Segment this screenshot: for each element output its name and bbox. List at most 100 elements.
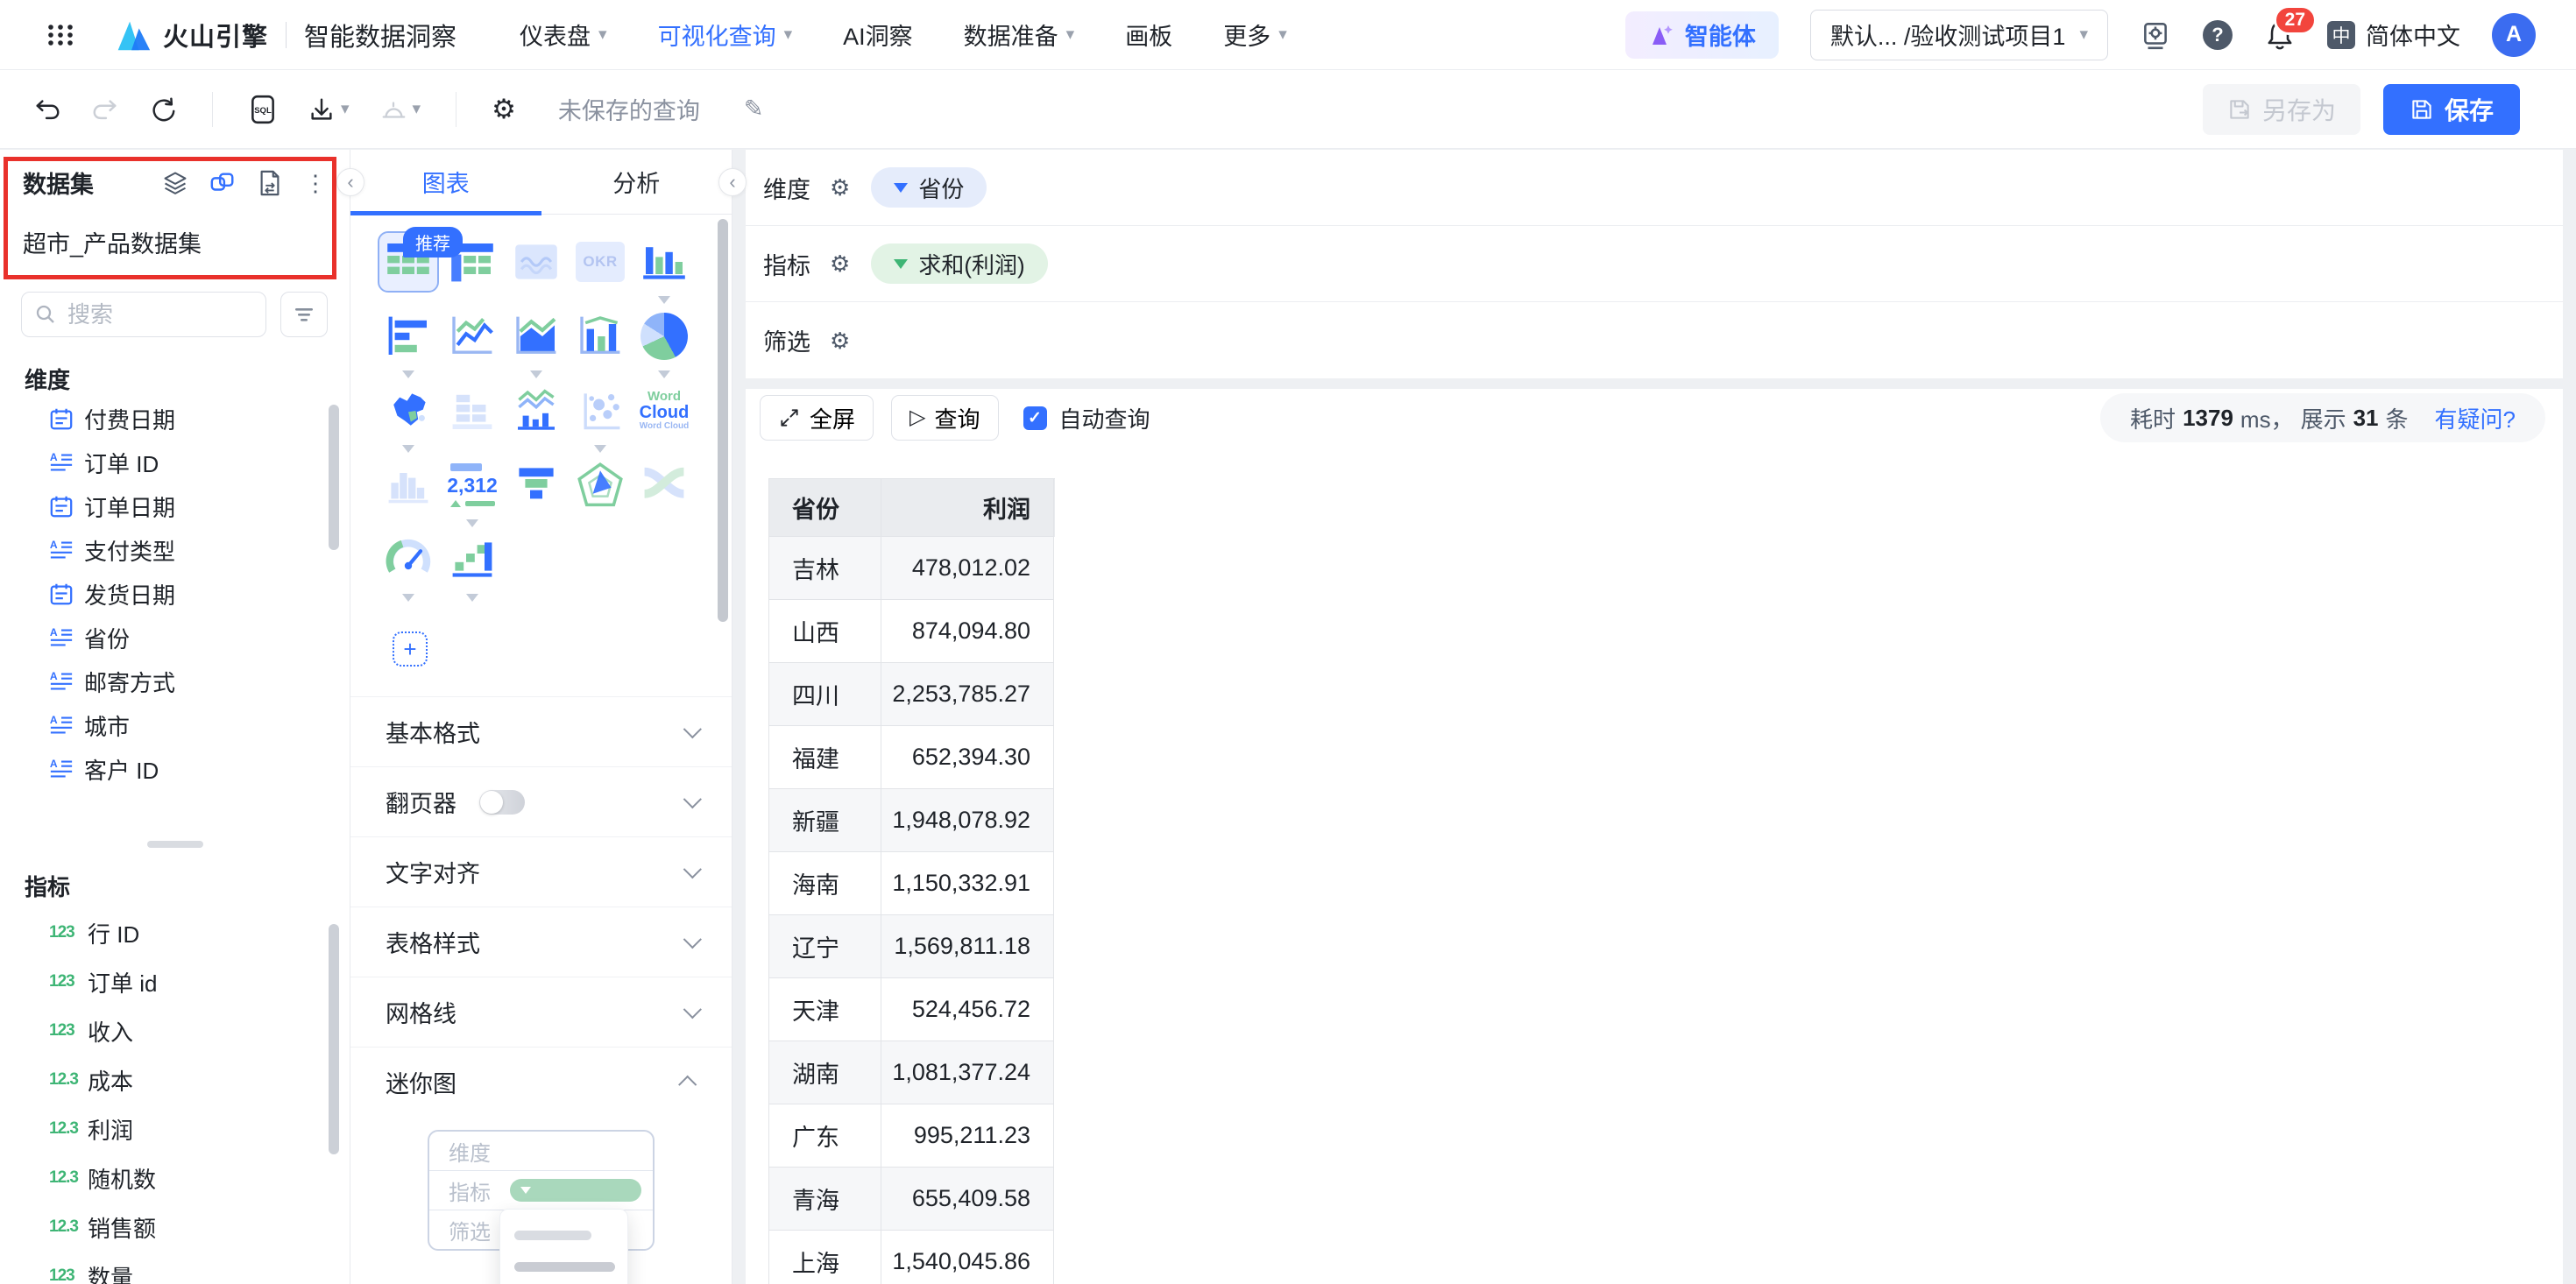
- dimension-field-item[interactable]: A 付费日期: [0, 397, 350, 441]
- rename-pencil-icon[interactable]: ✎: [744, 95, 764, 123]
- chart-type-horizontal-bar-icon[interactable]: [379, 307, 437, 365]
- chart-variant-caret-icon[interactable]: [658, 370, 670, 378]
- collapse-sidebar-button[interactable]: ‹: [336, 168, 364, 196]
- chart-type-area-icon[interactable]: [507, 307, 565, 365]
- chart-variant-caret-icon[interactable]: [402, 370, 414, 378]
- chart-variant-caret-icon[interactable]: [594, 445, 606, 453]
- dimensions-scrollbar[interactable]: [329, 405, 339, 550]
- table-row[interactable]: 四川 2,253,785.27: [769, 663, 1055, 726]
- menu-item[interactable]: 数据准备 ▾: [964, 18, 1075, 52]
- save-button[interactable]: 保存: [2383, 84, 2520, 135]
- chart-variant-caret-icon[interactable]: [658, 296, 670, 304]
- tab-analysis[interactable]: 分析: [541, 150, 732, 214]
- dimension-field-item[interactable]: A 订单日期: [0, 484, 350, 528]
- link-dataset-icon[interactable]: [209, 170, 236, 196]
- fullscreen-button[interactable]: 全屏: [760, 395, 874, 441]
- dimension-field-item[interactable]: A 邮寄方式: [0, 660, 350, 703]
- format-section-row[interactable]: 表格样式: [350, 907, 732, 977]
- chart-type-waterfall-icon[interactable]: [443, 531, 501, 589]
- chart-type-wordcloud-icon[interactable]: Word Cloud Word Cloud: [635, 382, 693, 440]
- chart-type-pie-icon[interactable]: [635, 307, 693, 365]
- field-search-box[interactable]: [21, 292, 266, 337]
- metric-field-item[interactable]: 12.3 随机数: [0, 1153, 350, 1203]
- auto-query-checkbox-wrap[interactable]: 自动查询: [1023, 402, 1150, 434]
- chart-type-map-icon[interactable]: [379, 382, 437, 440]
- redo-button[interactable]: [91, 95, 119, 123]
- table-row[interactable]: 上海 1,540,045.86: [769, 1231, 1055, 1284]
- metric-field-item[interactable]: 12.3 成本: [0, 1055, 350, 1104]
- dimension-field-item[interactable]: A 省份: [0, 616, 350, 660]
- field-filter-button[interactable]: [280, 292, 328, 337]
- query-settings-gear-icon[interactable]: ⚙: [492, 95, 516, 123]
- auto-query-checkbox[interactable]: [1023, 406, 1047, 430]
- collapse-config-panel-button[interactable]: ‹: [718, 168, 747, 196]
- table-row[interactable]: 辽宁 1,569,811.18: [769, 915, 1055, 978]
- panel-scrollbar[interactable]: [718, 219, 728, 622]
- menu-item[interactable]: 仪表盘 ▾: [520, 18, 607, 52]
- chart-type-combo-icon[interactable]: [571, 307, 629, 365]
- chart-type-radar-icon[interactable]: [571, 456, 629, 514]
- avatar[interactable]: A: [2492, 13, 2536, 57]
- help-button[interactable]: ?: [2203, 20, 2233, 50]
- export-dataset-icon[interactable]: [257, 169, 283, 197]
- format-section-row[interactable]: 基本格式: [350, 696, 732, 766]
- dataset-name[interactable]: 超市_产品数据集: [23, 225, 202, 259]
- metric-field-item[interactable]: 12.3 销售额: [0, 1203, 350, 1252]
- project-selector[interactable]: 默认... /验收测试项目1 ▾: [1810, 10, 2108, 60]
- format-section-row[interactable]: 文字对齐: [350, 836, 732, 907]
- metric-field-item[interactable]: 123 数量: [0, 1252, 350, 1284]
- metric-field-item[interactable]: 123 收入: [0, 1006, 350, 1055]
- console-settings-button[interactable]: [2140, 19, 2171, 51]
- alert-button-disabled[interactable]: ▾: [379, 95, 421, 123]
- dimension-field-item[interactable]: A 订单 ID: [0, 441, 350, 484]
- column-header-profit[interactable]: 利润: [881, 479, 1054, 537]
- table-row[interactable]: 山西 874,094.80: [769, 600, 1055, 663]
- chart-variant-caret-icon[interactable]: [466, 519, 478, 527]
- panel-resize-handle[interactable]: [147, 841, 203, 848]
- table-row[interactable]: 海南 1,150,332.91: [769, 852, 1055, 915]
- layers-icon[interactable]: [162, 170, 188, 196]
- menu-item[interactable]: 画板 ▾: [1125, 18, 1172, 52]
- format-section-row[interactable]: 迷你图: [350, 1047, 732, 1117]
- chart-type-kpi-indicator-icon[interactable]: 2,312: [443, 456, 501, 514]
- format-section-row[interactable]: 翻页器: [350, 766, 732, 836]
- menu-item[interactable]: AI洞察 ▾: [843, 18, 913, 52]
- chart-type-line-bar-icon[interactable]: [507, 382, 565, 440]
- sql-view-button[interactable]: SQL: [248, 94, 278, 125]
- menu-item[interactable]: 更多 ▾: [1223, 18, 1287, 52]
- more-options-icon[interactable]: ⋮: [304, 172, 327, 194]
- refresh-button[interactable]: [149, 95, 177, 123]
- pager-toggle[interactable]: [479, 790, 525, 815]
- chart-variant-caret-icon[interactable]: [530, 370, 542, 378]
- table-row[interactable]: 湖南 1,081,377.24: [769, 1041, 1055, 1104]
- download-button[interactable]: ▾: [308, 95, 350, 123]
- dimension-settings-gear-icon[interactable]: ⚙: [830, 176, 850, 199]
- dimension-field-item[interactable]: A 支付类型: [0, 528, 350, 572]
- chart-variant-caret-icon[interactable]: [466, 594, 478, 602]
- metric-settings-gear-icon[interactable]: ⚙: [830, 252, 850, 275]
- metric-pill[interactable]: 求和(利润): [871, 243, 1047, 284]
- chart-type-bar-icon[interactable]: [635, 233, 693, 291]
- chart-variant-caret-icon[interactable]: [402, 594, 414, 602]
- table-row[interactable]: 青海 655,409.58: [769, 1168, 1055, 1231]
- table-row[interactable]: 福建 652,394.30: [769, 726, 1055, 789]
- apps-grid-icon[interactable]: [46, 20, 75, 50]
- field-search-input[interactable]: [66, 300, 241, 329]
- metric-field-item[interactable]: 12.3 利润: [0, 1104, 350, 1153]
- metric-field-item[interactable]: 123 行 ID: [0, 908, 350, 957]
- chart-type-gauge-icon[interactable]: [379, 531, 437, 589]
- table-row[interactable]: 吉林 478,012.02: [769, 537, 1055, 600]
- metric-field-item[interactable]: 123 订单 id: [0, 957, 350, 1006]
- table-row[interactable]: 新疆 1,948,078.92: [769, 789, 1055, 852]
- dimension-field-item[interactable]: A 客户 ID: [0, 747, 350, 791]
- metrics-scrollbar[interactable]: [329, 924, 339, 1154]
- filter-settings-gear-icon[interactable]: ⚙: [830, 329, 850, 352]
- dimension-field-item[interactable]: A 发货日期: [0, 572, 350, 616]
- language-switcher[interactable]: 中 简体中文: [2327, 18, 2460, 52]
- notifications-button[interactable]: 27: [2264, 19, 2296, 51]
- dimension-field-item[interactable]: A 城市: [0, 703, 350, 747]
- format-section-row[interactable]: 网格线: [350, 977, 732, 1047]
- undo-button[interactable]: [33, 95, 61, 123]
- save-as-button[interactable]: 另存为: [2203, 84, 2360, 135]
- table-row[interactable]: 天津 524,456.72: [769, 978, 1055, 1041]
